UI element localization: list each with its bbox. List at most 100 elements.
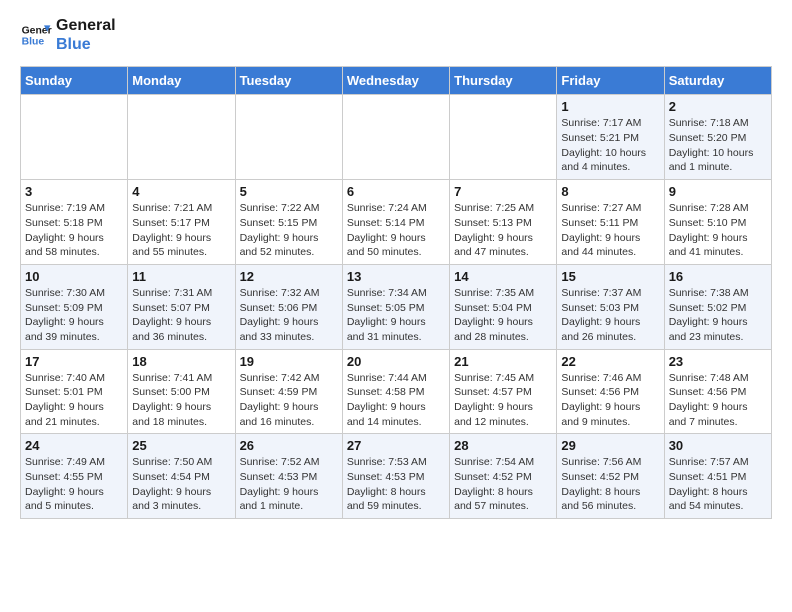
day-cell-24: 24Sunrise: 7:49 AM Sunset: 4:55 PM Dayli… <box>21 434 128 519</box>
day-number: 17 <box>25 354 123 369</box>
week-row-2: 3 Sunrise: 7:19 AM Sunset: 5:18 PM Daylig… <box>21 180 772 265</box>
page-container: General Blue General Blue SundayMondayTu… <box>0 0 792 535</box>
day-number: 21 <box>454 354 552 369</box>
day-info: Sunrise: 7:40 AM Sunset: 5:01 PM Dayligh… <box>25 371 123 430</box>
day-cell-1: 1 Sunrise: 7:17 AM Sunset: 5:21 PM Daylig… <box>557 95 664 180</box>
week-row-4: 17 Sunrise: 7:40 AM Sunset: 5:01 PM Dayli… <box>21 349 772 434</box>
day-info: Sunrise: 7:22 AM Sunset: 5:15 PM Dayligh… <box>240 201 338 260</box>
day-number: 7 <box>454 184 552 199</box>
empty-cell <box>235 95 342 180</box>
day-cell-8: 8 Sunrise: 7:27 AM Sunset: 5:11 PM Daylig… <box>557 180 664 265</box>
day-cell-10: 10 Sunrise: 7:30 AM Sunset: 5:09 PM Dayli… <box>21 264 128 349</box>
day-number: 3 <box>25 184 123 199</box>
day-number: 28 <box>454 438 552 453</box>
day-info: Sunrise: 7:49 AM Sunset: 4:55 PM Dayligh… <box>25 455 123 514</box>
day-info: Sunrise: 7:42 AM Sunset: 4:59 PM Dayligh… <box>240 371 338 430</box>
day-cell-17: 17 Sunrise: 7:40 AM Sunset: 5:01 PM Dayli… <box>21 349 128 434</box>
day-number: 10 <box>25 269 123 284</box>
empty-cell <box>21 95 128 180</box>
week-row-3: 10 Sunrise: 7:30 AM Sunset: 5:09 PM Dayli… <box>21 264 772 349</box>
day-number: 27 <box>347 438 445 453</box>
day-number: 26 <box>240 438 338 453</box>
day-number: 25 <box>132 438 230 453</box>
week-row-1: 1 Sunrise: 7:17 AM Sunset: 5:21 PM Daylig… <box>21 95 772 180</box>
day-number: 20 <box>347 354 445 369</box>
weekday-header-sunday: Sunday <box>21 67 128 95</box>
day-info: Sunrise: 7:56 AM Sunset: 4:52 PM Dayligh… <box>561 455 659 514</box>
day-cell-18: 18 Sunrise: 7:41 AM Sunset: 5:00 PM Dayli… <box>128 349 235 434</box>
day-info: Sunrise: 7:19 AM Sunset: 5:18 PM Dayligh… <box>25 201 123 260</box>
day-number: 9 <box>669 184 767 199</box>
weekday-header-monday: Monday <box>128 67 235 95</box>
svg-text:Blue: Blue <box>22 37 45 48</box>
day-cell-9: 9 Sunrise: 7:28 AM Sunset: 5:10 PM Daylig… <box>664 180 771 265</box>
day-number: 5 <box>240 184 338 199</box>
weekday-header-tuesday: Tuesday <box>235 67 342 95</box>
weekday-header-wednesday: Wednesday <box>342 67 449 95</box>
day-number: 18 <box>132 354 230 369</box>
day-number: 15 <box>561 269 659 284</box>
day-info: Sunrise: 7:28 AM Sunset: 5:10 PM Dayligh… <box>669 201 767 260</box>
calendar: SundayMondayTuesdayWednesdayThursdayFrid… <box>20 66 772 519</box>
empty-cell <box>128 95 235 180</box>
weekday-header-saturday: Saturday <box>664 67 771 95</box>
day-number: 23 <box>669 354 767 369</box>
day-info: Sunrise: 7:45 AM Sunset: 4:57 PM Dayligh… <box>454 371 552 430</box>
empty-cell <box>450 95 557 180</box>
day-info: Sunrise: 7:53 AM Sunset: 4:53 PM Dayligh… <box>347 455 445 514</box>
day-cell-19: 19 Sunrise: 7:42 AM Sunset: 4:59 PM Dayli… <box>235 349 342 434</box>
day-cell-7: 7Sunrise: 7:25 AM Sunset: 5:13 PM Daylig… <box>450 180 557 265</box>
day-number: 2 <box>669 99 767 114</box>
day-cell-20: 20 Sunrise: 7:44 AM Sunset: 4:58 PM Dayli… <box>342 349 449 434</box>
day-cell-13: 13 Sunrise: 7:34 AM Sunset: 5:05 PM Dayli… <box>342 264 449 349</box>
day-cell-6: 6Sunrise: 7:24 AM Sunset: 5:14 PM Daylig… <box>342 180 449 265</box>
day-info: Sunrise: 7:37 AM Sunset: 5:03 PM Dayligh… <box>561 286 659 345</box>
day-number: 8 <box>561 184 659 199</box>
day-number: 19 <box>240 354 338 369</box>
day-info: Sunrise: 7:34 AM Sunset: 5:05 PM Dayligh… <box>347 286 445 345</box>
weekday-header-thursday: Thursday <box>450 67 557 95</box>
day-number: 6 <box>347 184 445 199</box>
day-info: Sunrise: 7:41 AM Sunset: 5:00 PM Dayligh… <box>132 371 230 430</box>
day-number: 4 <box>132 184 230 199</box>
day-info: Sunrise: 7:27 AM Sunset: 5:11 PM Dayligh… <box>561 201 659 260</box>
day-info: Sunrise: 7:46 AM Sunset: 4:56 PM Dayligh… <box>561 371 659 430</box>
day-cell-21: 21 Sunrise: 7:45 AM Sunset: 4:57 PM Dayli… <box>450 349 557 434</box>
day-info: Sunrise: 7:44 AM Sunset: 4:58 PM Dayligh… <box>347 371 445 430</box>
day-info: Sunrise: 7:17 AM Sunset: 5:21 PM Dayligh… <box>561 116 659 175</box>
day-info: Sunrise: 7:54 AM Sunset: 4:52 PM Dayligh… <box>454 455 552 514</box>
day-cell-28: 28 Sunrise: 7:54 AM Sunset: 4:52 PM Dayli… <box>450 434 557 519</box>
day-number: 13 <box>347 269 445 284</box>
week-row-5: 24Sunrise: 7:49 AM Sunset: 4:55 PM Dayli… <box>21 434 772 519</box>
logo-icon: General Blue <box>20 19 52 51</box>
day-cell-11: 11Sunrise: 7:31 AM Sunset: 5:07 PM Dayli… <box>128 264 235 349</box>
day-number: 14 <box>454 269 552 284</box>
day-cell-5: 5 Sunrise: 7:22 AM Sunset: 5:15 PM Daylig… <box>235 180 342 265</box>
day-cell-4: 4 Sunrise: 7:21 AM Sunset: 5:17 PM Daylig… <box>128 180 235 265</box>
day-cell-12: 12 Sunrise: 7:32 AM Sunset: 5:06 PM Dayli… <box>235 264 342 349</box>
day-number: 29 <box>561 438 659 453</box>
day-cell-27: 27 Sunrise: 7:53 AM Sunset: 4:53 PM Dayli… <box>342 434 449 519</box>
day-number: 30 <box>669 438 767 453</box>
day-info: Sunrise: 7:50 AM Sunset: 4:54 PM Dayligh… <box>132 455 230 514</box>
day-number: 1 <box>561 99 659 114</box>
day-number: 16 <box>669 269 767 284</box>
day-info: Sunrise: 7:48 AM Sunset: 4:56 PM Dayligh… <box>669 371 767 430</box>
day-cell-26: 26 Sunrise: 7:52 AM Sunset: 4:53 PM Dayli… <box>235 434 342 519</box>
empty-cell <box>342 95 449 180</box>
day-cell-23: 23 Sunrise: 7:48 AM Sunset: 4:56 PM Dayli… <box>664 349 771 434</box>
day-info: Sunrise: 7:21 AM Sunset: 5:17 PM Dayligh… <box>132 201 230 260</box>
header: General Blue General Blue <box>20 16 772 54</box>
day-info: Sunrise: 7:52 AM Sunset: 4:53 PM Dayligh… <box>240 455 338 514</box>
logo-general: General <box>56 16 116 35</box>
day-info: Sunrise: 7:38 AM Sunset: 5:02 PM Dayligh… <box>669 286 767 345</box>
day-cell-29: 29 Sunrise: 7:56 AM Sunset: 4:52 PM Dayli… <box>557 434 664 519</box>
day-cell-30: 30Sunrise: 7:57 AM Sunset: 4:51 PM Dayli… <box>664 434 771 519</box>
day-info: Sunrise: 7:35 AM Sunset: 5:04 PM Dayligh… <box>454 286 552 345</box>
day-number: 12 <box>240 269 338 284</box>
day-info: Sunrise: 7:32 AM Sunset: 5:06 PM Dayligh… <box>240 286 338 345</box>
day-cell-2: 2 Sunrise: 7:18 AM Sunset: 5:20 PM Daylig… <box>664 95 771 180</box>
day-info: Sunrise: 7:18 AM Sunset: 5:20 PM Dayligh… <box>669 116 767 175</box>
day-cell-16: 16 Sunrise: 7:38 AM Sunset: 5:02 PM Dayli… <box>664 264 771 349</box>
day-info: Sunrise: 7:30 AM Sunset: 5:09 PM Dayligh… <box>25 286 123 345</box>
